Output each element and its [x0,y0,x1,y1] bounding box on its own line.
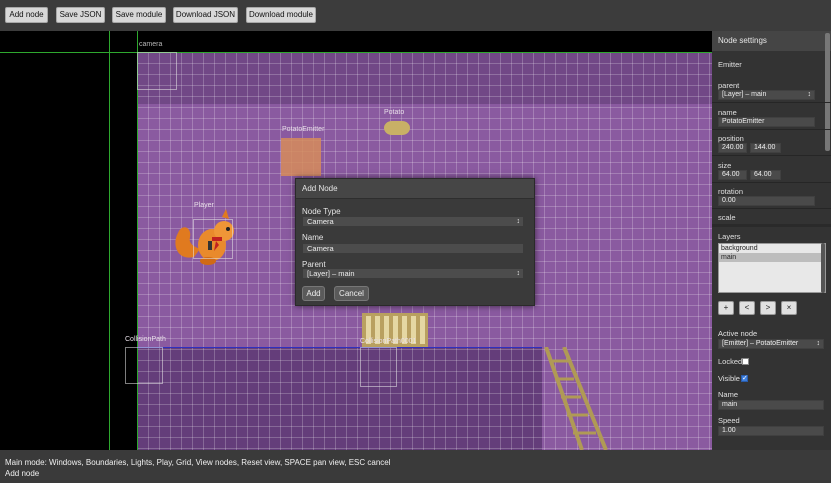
name-input[interactable]: Camera [302,243,524,254]
visible-checkbox[interactable] [741,374,748,382]
panel-title: Node settings [712,31,831,51]
node-settings-panel: Node settings Emitter parent [Layer] – m… [712,31,831,450]
node-type-label: Node Type [302,207,341,216]
rotation-input[interactable]: 0.00 [718,196,815,206]
panel-divider [712,224,831,227]
divider [712,102,831,103]
status-bar: Main mode: Windows, Boundaries, Lights, … [0,450,831,483]
save-json-button[interactable]: Save JSON [56,7,105,23]
layer-name-input[interactable]: main [718,400,824,410]
camera-node-box[interactable] [137,52,177,90]
settings-scrollbar[interactable] [825,33,830,151]
move-layer-down-button[interactable]: > [760,301,776,315]
camera-label: camera [139,41,163,48]
layers-title: Layers [718,232,741,241]
parent-field-select[interactable]: [Layer] – main [718,90,815,100]
potato-emitter-label: PotatoEmitter [282,126,325,133]
download-module-button[interactable]: Download module [246,7,316,23]
layers-scrollbar[interactable] [821,243,825,293]
name-field-label: name [718,108,737,117]
cancel-button[interactable]: Cancel [334,286,369,301]
layer-item-background[interactable]: background [719,244,825,253]
divider [712,208,831,209]
collision-path-line [137,347,542,348]
position-y-input[interactable]: 144.00 [750,143,781,153]
player-node-box[interactable] [193,219,233,259]
scale-label: scale [718,213,736,222]
boundary-line-left [109,31,110,450]
ladder-sprite [544,347,608,450]
speed-input[interactable]: 1.00 [718,426,824,436]
current-mode-text: Add node [5,469,40,478]
collision-path-node-box[interactable] [125,347,163,384]
move-layer-up-button[interactable]: < [739,301,755,315]
name-field-input[interactable]: PotatoEmitter [718,117,815,127]
parent-field-label: parent [718,81,740,90]
node-type-select[interactable]: Camera [302,216,524,227]
size-width-input[interactable]: 64.00 [718,170,747,180]
active-node-select[interactable]: [Emitter] – PotatoEmitter [718,339,824,349]
node-kind-label: Emitter [718,60,742,69]
collision-path-label: CollisionPath [125,336,166,343]
parent-select[interactable]: [Layer] – main [302,268,524,279]
rotation-label: rotation [718,187,744,196]
locked-label: Locked [718,357,743,366]
add-layer-button[interactable]: + [718,301,734,315]
camera-line-top [0,52,712,53]
position-x-input[interactable]: 240.00 [718,143,747,153]
collision-path-1-node-box[interactable] [360,347,397,387]
size-label: size [718,161,732,170]
camera-line-left [137,31,138,450]
toolbar: Add node Save JSON Save module Download … [0,0,831,31]
add-node-dialog: Add Node Node Type Camera Name Camera Pa… [295,178,535,306]
layer-name-label: Name [718,390,739,399]
save-module-button[interactable]: Save module [112,7,166,23]
divider [712,129,831,130]
fence-slat [420,316,425,344]
size-height-input[interactable]: 64.00 [750,170,781,180]
divider [712,182,831,183]
visible-label: Visible [718,374,740,383]
active-node-label: Active node [718,329,758,338]
mode-help-text: Main mode: Windows, Boundaries, Lights, … [5,458,391,467]
locked-checkbox[interactable] [742,358,749,365]
player-label: Player [194,202,214,209]
name-label: Name [302,233,324,242]
add-node-button[interactable]: Add node [5,7,48,23]
download-json-button[interactable]: Download JSON [173,7,238,23]
delete-layer-button[interactable]: × [781,301,797,315]
layer-item-main[interactable]: main [719,253,825,262]
potato-sprite[interactable] [384,121,410,135]
divider [712,155,831,156]
potato-label: Potato [384,109,405,116]
position-label: position [718,134,744,143]
dialog-title: Add Node [296,179,534,199]
potato-emitter-node[interactable] [281,138,321,176]
speed-label: Speed [718,416,740,425]
add-button[interactable]: Add [302,286,325,301]
layers-list[interactable]: background main [718,243,826,293]
collision-path-1-label: CollisionPath0001 [360,338,417,345]
